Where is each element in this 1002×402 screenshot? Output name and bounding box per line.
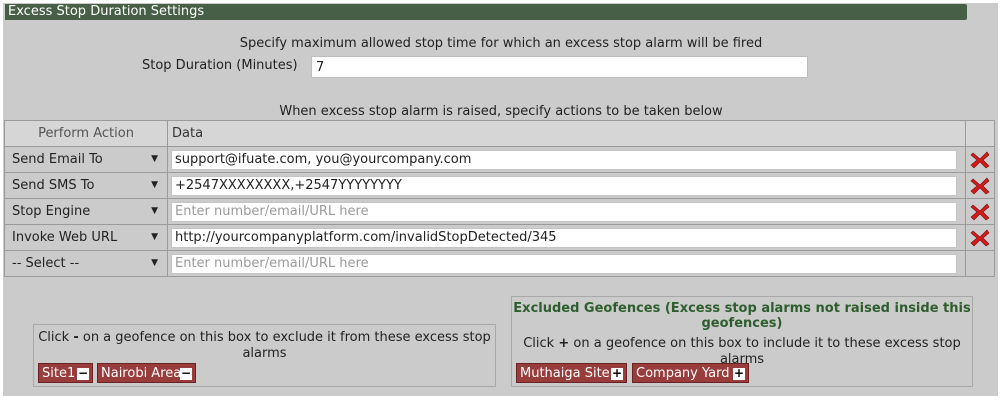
dropdown-arrow-icon[interactable]: ▼ <box>151 225 158 250</box>
data-input[interactable] <box>171 253 957 274</box>
data-cell <box>167 224 966 251</box>
table-row: Send Email To ▼ <box>4 146 995 173</box>
header-data: Data <box>167 120 966 147</box>
geofence-chip-nairobi-area[interactable]: Nairobi Area − <box>97 363 196 383</box>
minus-icon[interactable]: − <box>180 367 192 380</box>
included-help-text: Click - on a geofence on this box to exc… <box>34 330 495 362</box>
table-row: Invoke Web URL ▼ <box>4 224 995 251</box>
plus-icon[interactable]: + <box>733 367 745 380</box>
plus-symbol: + <box>558 336 570 351</box>
excluded-geofences-box: Excluded Geofences (Excess stop alarms n… <box>511 296 973 387</box>
dropdown-arrow-icon[interactable]: ▼ <box>151 147 158 172</box>
excluded-geofences-title: Excluded Geofences (Excess stop alarms n… <box>513 301 971 331</box>
action-select[interactable]: -- Select -- ▼ <box>4 250 168 277</box>
dropdown-arrow-icon[interactable]: ▼ <box>151 199 158 224</box>
actions-table: Perform Action Data Send Email To ▼ Send … <box>4 120 995 277</box>
action-select-label: Invoke Web URL <box>12 230 118 245</box>
data-cell <box>167 198 966 225</box>
included-geofences-box: Click - on a geofence on this box to exc… <box>33 324 496 387</box>
geofence-chip-company-yard[interactable]: Company Yard + <box>632 363 749 383</box>
geofence-chip-site1[interactable]: Site1 − <box>38 363 93 383</box>
help-prefix: Click <box>38 330 70 345</box>
minus-symbol: - <box>73 330 79 345</box>
delete-cell-empty <box>965 250 995 277</box>
chip-label: Site1 <box>42 366 76 381</box>
chip-label: Nairobi Area <box>101 366 182 381</box>
stop-duration-label: Stop Duration (Minutes) <box>142 58 298 73</box>
chip-label: Company Yard <box>636 366 730 381</box>
data-input[interactable] <box>171 201 957 222</box>
delete-x-icon[interactable] <box>970 229 990 247</box>
delete-x-icon[interactable] <box>970 203 990 221</box>
stop-duration-input[interactable] <box>311 56 808 78</box>
delete-cell <box>965 146 995 173</box>
action-select-value[interactable]: Stop Engine ▼ <box>5 199 167 224</box>
table-row: Stop Engine ▼ <box>4 198 995 225</box>
action-select-value[interactable]: Invoke Web URL ▼ <box>5 225 167 250</box>
header-perform-action: Perform Action <box>4 120 168 147</box>
action-select-label: Stop Engine <box>12 204 91 219</box>
data-input[interactable] <box>171 149 957 170</box>
delete-x-icon[interactable] <box>970 151 990 169</box>
data-input[interactable] <box>171 227 957 248</box>
chip-label: Muthaiga Site <box>520 366 610 381</box>
duration-instruction: Specify maximum allowed stop time for wh… <box>239 36 763 51</box>
action-select[interactable]: Send Email To ▼ <box>4 146 168 173</box>
action-select[interactable]: Stop Engine ▼ <box>4 198 168 225</box>
minus-icon[interactable]: − <box>77 367 89 380</box>
section-title: Excess Stop Duration Settings <box>5 4 967 20</box>
delete-cell <box>965 172 995 199</box>
data-cell <box>167 250 966 277</box>
action-select-value[interactable]: Send Email To ▼ <box>5 147 167 172</box>
plus-icon[interactable]: + <box>611 367 623 380</box>
actions-instruction: When excess stop alarm is raised, specif… <box>279 104 723 119</box>
header-delete <box>965 120 995 147</box>
dropdown-arrow-icon[interactable]: ▼ <box>151 251 158 276</box>
action-select[interactable]: Invoke Web URL ▼ <box>4 224 168 251</box>
action-select[interactable]: Send SMS To ▼ <box>4 172 168 199</box>
action-select-label: Send Email To <box>12 152 103 167</box>
action-select-value[interactable]: -- Select -- ▼ <box>5 251 167 276</box>
geofence-chip-muthaiga-site[interactable]: Muthaiga Site + <box>516 363 627 383</box>
delete-cell <box>965 198 995 225</box>
action-select-label: Send SMS To <box>12 178 95 193</box>
table-row: Send SMS To ▼ <box>4 172 995 199</box>
table-header-row: Perform Action Data <box>4 120 995 147</box>
table-row: -- Select -- ▼ <box>4 250 995 277</box>
help-suffix: on a geofence on this box to exclude it … <box>82 330 491 361</box>
help-prefix: Click <box>523 336 555 351</box>
dropdown-arrow-icon[interactable]: ▼ <box>151 173 158 198</box>
data-cell <box>167 172 966 199</box>
delete-cell <box>965 224 995 251</box>
data-cell <box>167 146 966 173</box>
delete-x-icon[interactable] <box>970 177 990 195</box>
action-select-label: -- Select -- <box>12 256 80 271</box>
action-select-value[interactable]: Send SMS To ▼ <box>5 173 167 198</box>
data-input[interactable] <box>171 175 957 196</box>
